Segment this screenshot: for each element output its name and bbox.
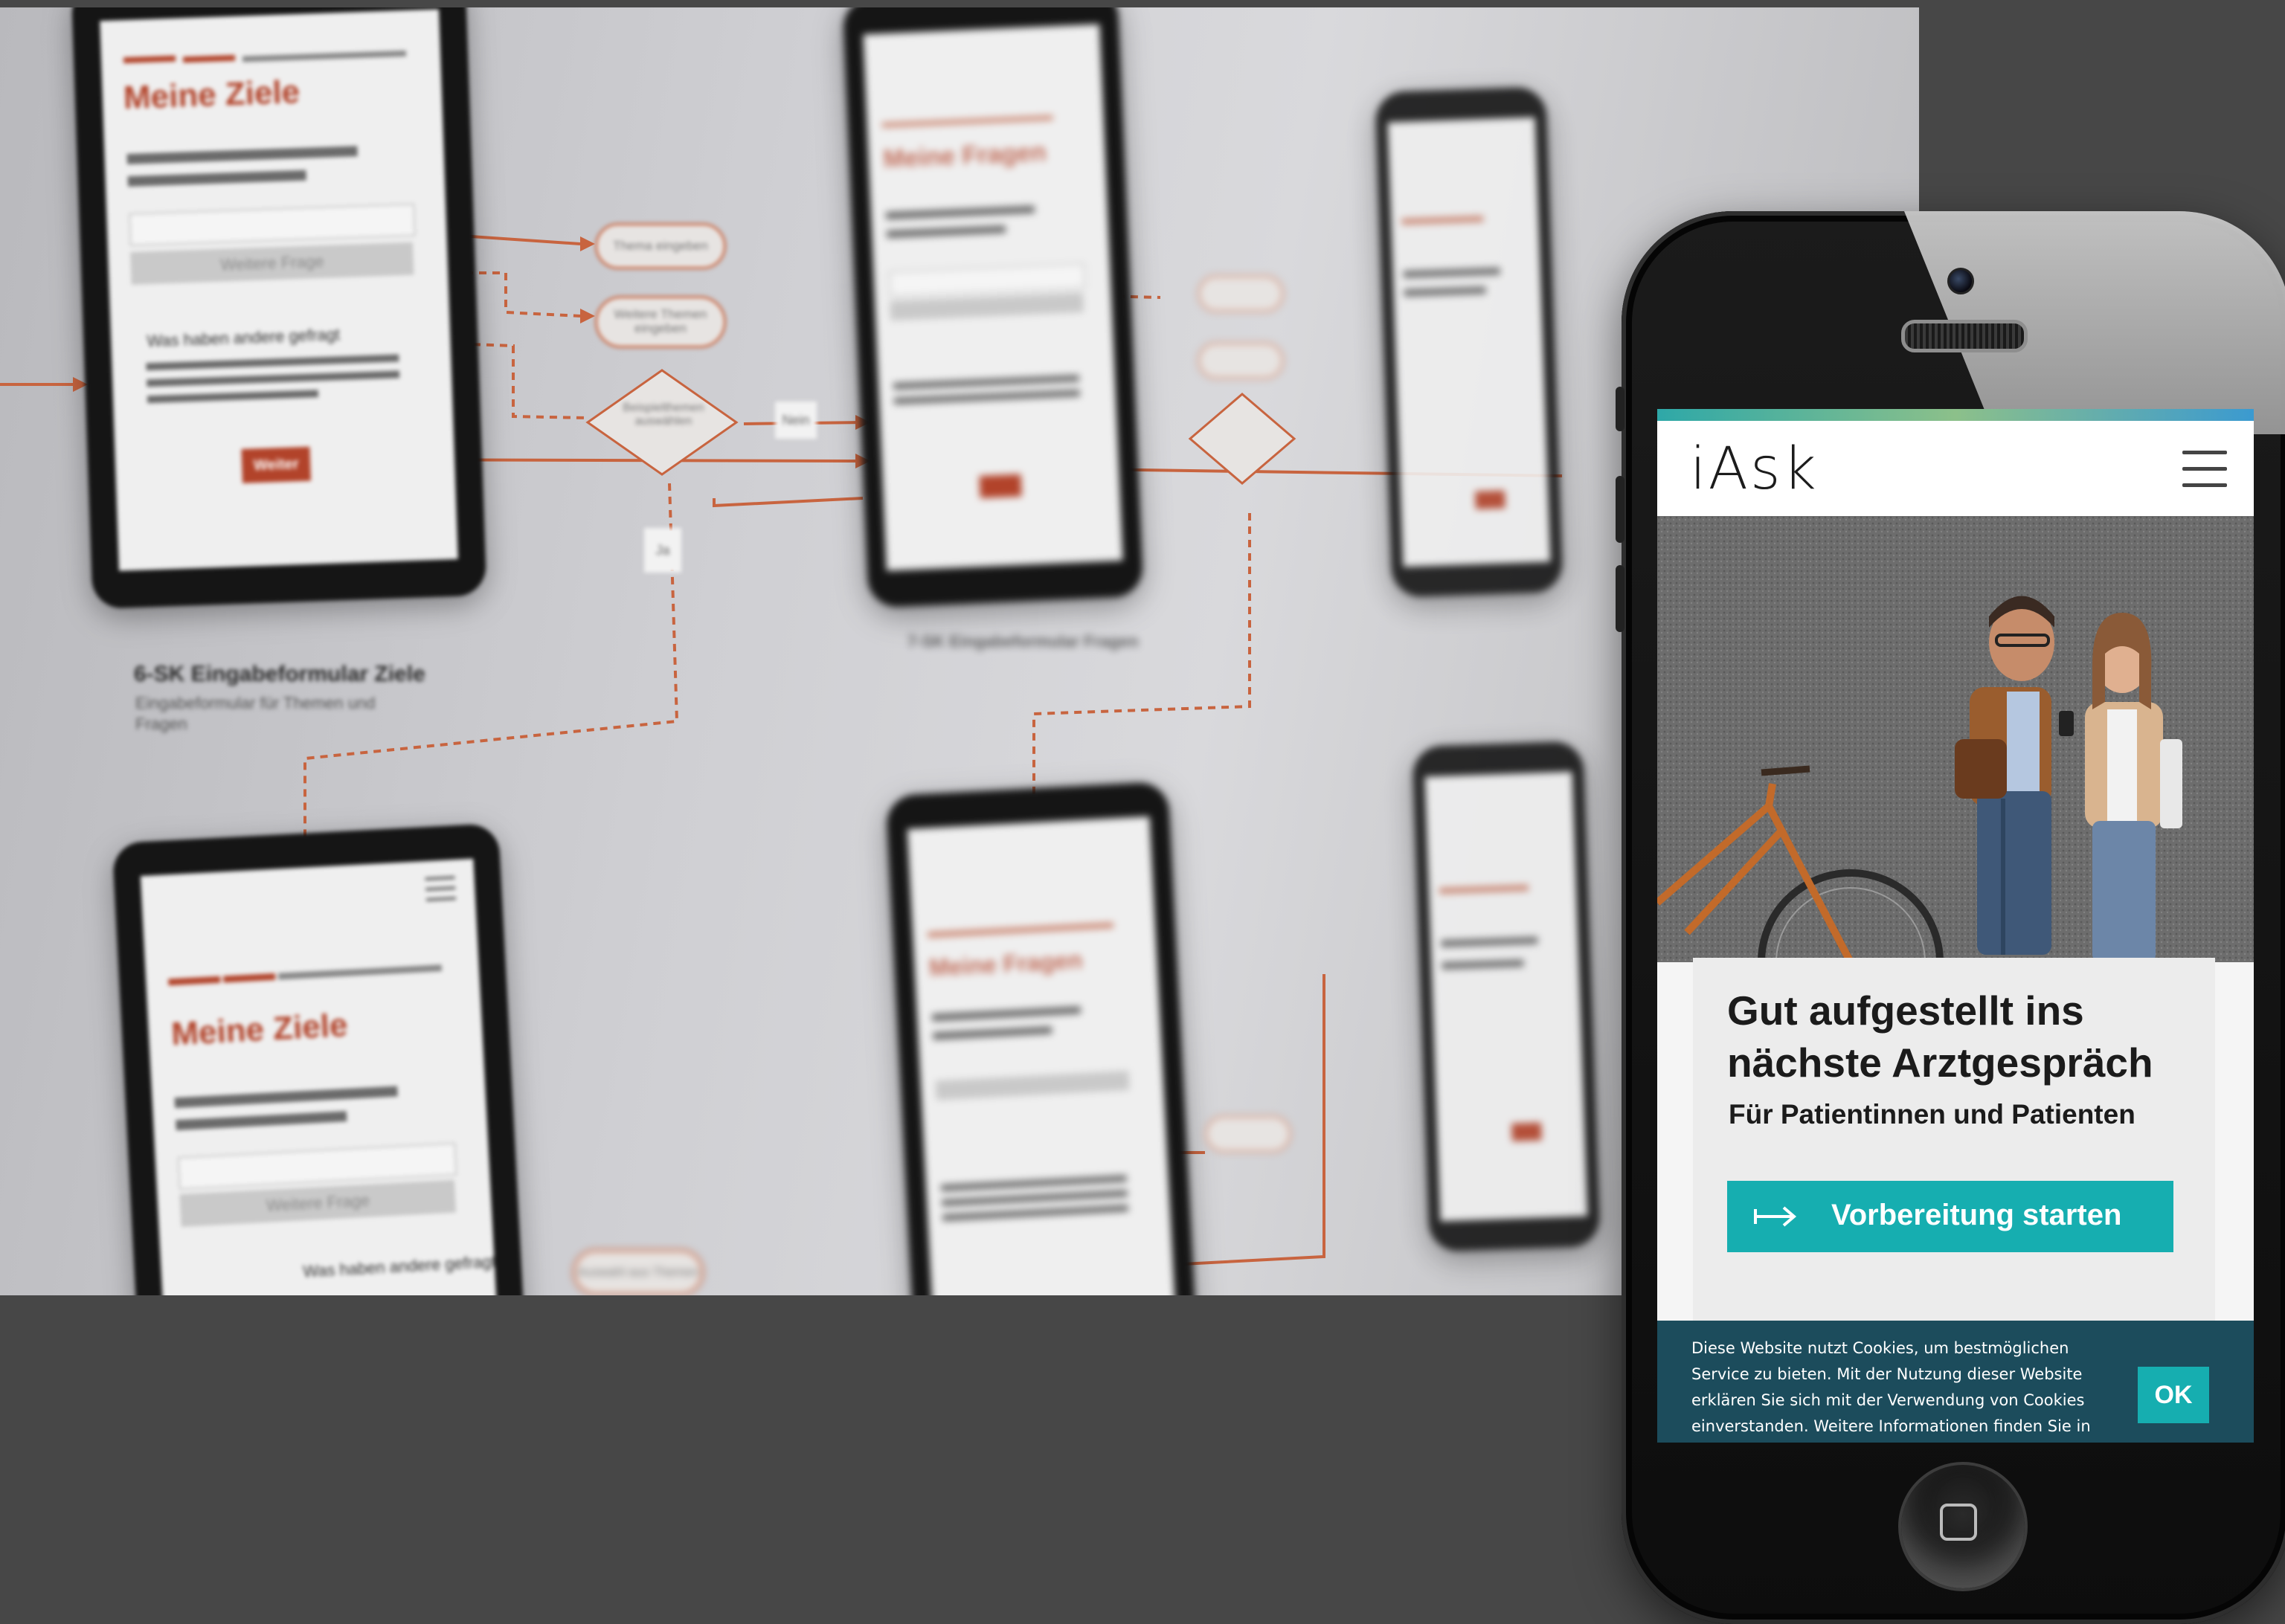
home-button-icon — [1940, 1504, 1977, 1541]
wireframe-caption-title: 7-SK Eingabeformular Fragen — [907, 632, 1139, 651]
wireframe-title: Meine Ziele — [123, 74, 301, 117]
start-preparation-button[interactable]: Vorbereitung starten — [1727, 1181, 2173, 1252]
earpiece-speaker — [1901, 320, 2028, 352]
flow-step-pill — [1198, 342, 1284, 379]
wireframe-primary-button: Weiter — [241, 447, 312, 484]
wireframe-phone: Meine Fragen — [842, 7, 1144, 608]
hero-image — [1657, 516, 2254, 962]
flow-step-pill — [1205, 1115, 1291, 1153]
decision-label: Beispielthemen auswählen — [623, 402, 704, 428]
wireframe-screen: Meine Ziele Weitere Frage Was haben ande… — [100, 9, 458, 571]
cookie-ok-button[interactable]: OK — [2138, 1367, 2209, 1423]
hero-subtitle: Für Patientinnen und Patienten — [1729, 1099, 2135, 1130]
phone-screen: iAsk Gut aufgestellt ins nächste Arztges… — [1657, 409, 2254, 1443]
wireframe-caption-title: 6-SK Eingabeformular Ziele — [134, 662, 425, 686]
site-logo[interactable]: iAsk — [1690, 436, 1819, 503]
menu-icon-line — [2182, 467, 2227, 471]
menu-icon-line — [2182, 483, 2227, 487]
wireframe-phone: Meine Ziele Weitere Frage Was haben ande… — [112, 822, 528, 1295]
wireframe-input — [129, 203, 416, 247]
wireframe-title: Meine Ziele — [170, 1006, 349, 1052]
menu-icon-line — [2182, 451, 2227, 454]
wireframe-title: Meine Fragen — [882, 138, 1047, 174]
wireframe-caption-subtitle: Eingabeformular für Themen und Fragen — [135, 694, 376, 733]
flow-step-pill: Thema eingeben — [595, 223, 726, 269]
branch-no-tag: Nein — [775, 402, 817, 439]
wireframe-question: Was haben andere gefragt — [146, 325, 341, 351]
cookie-notice-text: Diese Website nutzt Cookies, um bestmögl… — [1691, 1339, 2091, 1435]
flow-step-pill: Auswahl aus Themen — [573, 1249, 704, 1295]
front-camera — [1947, 268, 1974, 294]
wireframe-phone — [1412, 741, 1601, 1252]
flow-step-pill: Weitere Themen eingeben — [595, 296, 726, 348]
hero-title: Gut aufgestellt ins nächste Arztgespräch — [1727, 987, 2153, 1086]
hero-photo-illustration — [1657, 516, 2254, 962]
cookie-banner: Diese Website nutzt Cookies, um bestmögl… — [1657, 1321, 2254, 1443]
hamburger-menu-button[interactable] — [2182, 451, 2227, 488]
site-header: iAsk — [1657, 421, 2254, 516]
wireframe-question: Was haben andere gefragt — [302, 1251, 497, 1281]
hero-card: Gut aufgestellt ins nächste Arztgespräch… — [1693, 958, 2215, 1344]
wireframe-phone: Meine Ziele Weitere Frage Was haben ande… — [71, 7, 487, 609]
volume-up-button — [1616, 476, 1624, 543]
wireframe-phone — [1375, 86, 1563, 598]
top-color-stripe — [1657, 409, 2254, 421]
wireframe-screen: Meine Fragen — [863, 24, 1123, 571]
wireframe-title: Meine Fragen — [928, 946, 1084, 982]
menu-icon — [425, 875, 456, 907]
volume-down-button — [1616, 565, 1624, 632]
arrow-right-icon — [1754, 1206, 1797, 1227]
start-preparation-label: Vorbereitung starten — [1831, 1199, 2122, 1231]
wireframe-phone: Meine Fragen — [885, 781, 1198, 1295]
branch-yes-tag: Ja — [644, 528, 681, 573]
wireframe-secondary-button: Weitere Frage — [130, 242, 414, 286]
flow-step-pill — [1198, 275, 1284, 312]
mute-switch — [1616, 387, 1624, 431]
